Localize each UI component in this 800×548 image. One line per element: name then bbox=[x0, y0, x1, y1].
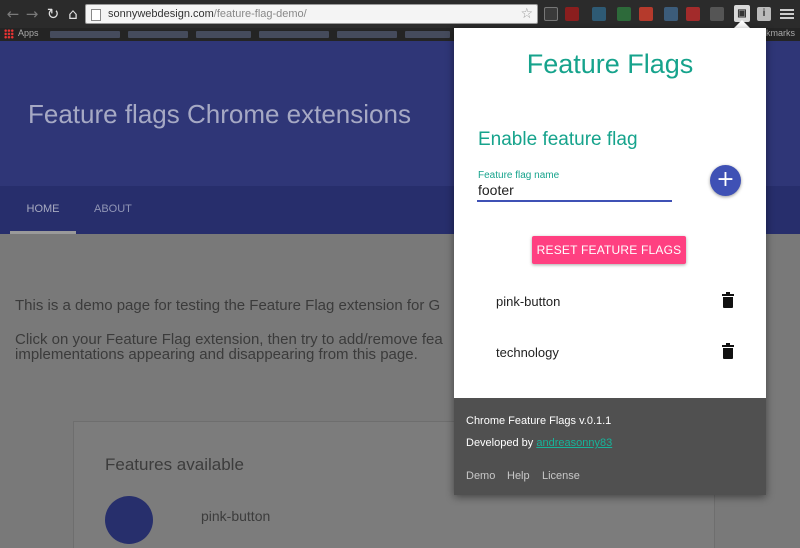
feature-flags-popup: Feature Flags Enable feature flag Featur… bbox=[454, 28, 766, 495]
star-icon[interactable]: ☆ bbox=[520, 6, 533, 22]
address-bar[interactable]: sonnywebdesign.com/feature-flag-demo/ ☆ bbox=[85, 4, 538, 24]
list-item: pink-button bbox=[454, 287, 766, 317]
feature-flag-name-input[interactable] bbox=[477, 180, 672, 202]
license-link[interactable]: License bbox=[542, 470, 580, 482]
extension-icon[interactable] bbox=[710, 7, 724, 21]
bookmark-item[interactable] bbox=[50, 31, 120, 38]
home-icon[interactable]: ⌂ bbox=[64, 5, 82, 23]
bookmark-item[interactable] bbox=[196, 31, 251, 38]
tab-about[interactable]: ABOUT bbox=[94, 203, 132, 215]
apps-icon[interactable] bbox=[4, 29, 14, 39]
section-title: Enable feature flag bbox=[478, 129, 638, 150]
menu-icon[interactable] bbox=[780, 7, 794, 21]
extension-icon[interactable]: i bbox=[757, 7, 771, 21]
developer-credit: Developed by andreasonny83 bbox=[466, 437, 612, 449]
tab-home[interactable]: HOME bbox=[10, 203, 76, 215]
author-link[interactable]: andreasonny83 bbox=[536, 437, 612, 449]
popup-footer: Chrome Feature Flags v.0.1.1 Developed b… bbox=[454, 398, 766, 495]
reload-icon[interactable]: ↻ bbox=[44, 5, 62, 23]
feature-pink-button-demo[interactable] bbox=[105, 496, 153, 544]
bookmark-item[interactable] bbox=[405, 31, 450, 38]
intro-text: This is a demo page for testing the Feat… bbox=[15, 297, 441, 314]
extension-icon[interactable] bbox=[639, 7, 653, 21]
popup-body: Feature Flags Enable feature flag Featur… bbox=[454, 28, 766, 398]
popup-title: Feature Flags bbox=[526, 49, 694, 79]
developed-by-label: Developed by bbox=[466, 437, 534, 449]
url-host: sonnywebdesign.com bbox=[108, 8, 214, 20]
add-flag-button[interactable]: + bbox=[710, 165, 741, 196]
popup-caret bbox=[734, 20, 750, 28]
page-icon bbox=[91, 9, 101, 21]
trash-icon[interactable] bbox=[722, 343, 734, 360]
bookmark-item[interactable] bbox=[259, 31, 329, 38]
tab-home-indicator bbox=[10, 231, 76, 234]
extension-icon[interactable] bbox=[592, 7, 606, 21]
apps-bookmark[interactable]: Apps bbox=[18, 28, 39, 38]
intro-text: Click on your Feature Flag extension, th… bbox=[15, 331, 443, 348]
help-link[interactable]: Help bbox=[507, 470, 530, 482]
bookmark-item[interactable] bbox=[128, 31, 188, 38]
flag-name: technology bbox=[496, 345, 559, 360]
url-path: /feature-flag-demo/ bbox=[213, 8, 307, 20]
intro-text: implementations appearing and disappeari… bbox=[15, 346, 418, 363]
extension-icon[interactable] bbox=[686, 7, 700, 21]
demo-link[interactable]: Demo bbox=[466, 470, 495, 482]
version-text: Chrome Feature Flags v.0.1.1 bbox=[466, 415, 612, 427]
forward-arrow-icon[interactable]: → bbox=[23, 5, 41, 23]
browser-toolbar: ← → ↻ ⌂ sonnywebdesign.com/feature-flag-… bbox=[0, 0, 800, 28]
flag-name: pink-button bbox=[496, 294, 561, 309]
url-text: sonnywebdesign.com/feature-flag-demo/ bbox=[108, 8, 307, 20]
features-title: Features available bbox=[105, 455, 244, 474]
feature-label: pink-button bbox=[201, 508, 271, 524]
extension-icon[interactable] bbox=[617, 7, 631, 21]
page-title: Feature flags Chrome extensions bbox=[28, 99, 411, 129]
other-bookmarks[interactable]: kmarks bbox=[766, 28, 795, 38]
trash-icon[interactable] bbox=[722, 292, 734, 309]
extension-icon[interactable] bbox=[664, 7, 678, 21]
list-item: technology bbox=[454, 338, 766, 368]
back-arrow-icon[interactable]: ← bbox=[4, 5, 22, 23]
reset-flags-button[interactable]: RESET FEATURE FLAGS bbox=[532, 236, 686, 264]
bookmark-item[interactable] bbox=[337, 31, 397, 38]
extension-icon[interactable] bbox=[544, 7, 558, 21]
extension-icon[interactable] bbox=[565, 7, 579, 21]
